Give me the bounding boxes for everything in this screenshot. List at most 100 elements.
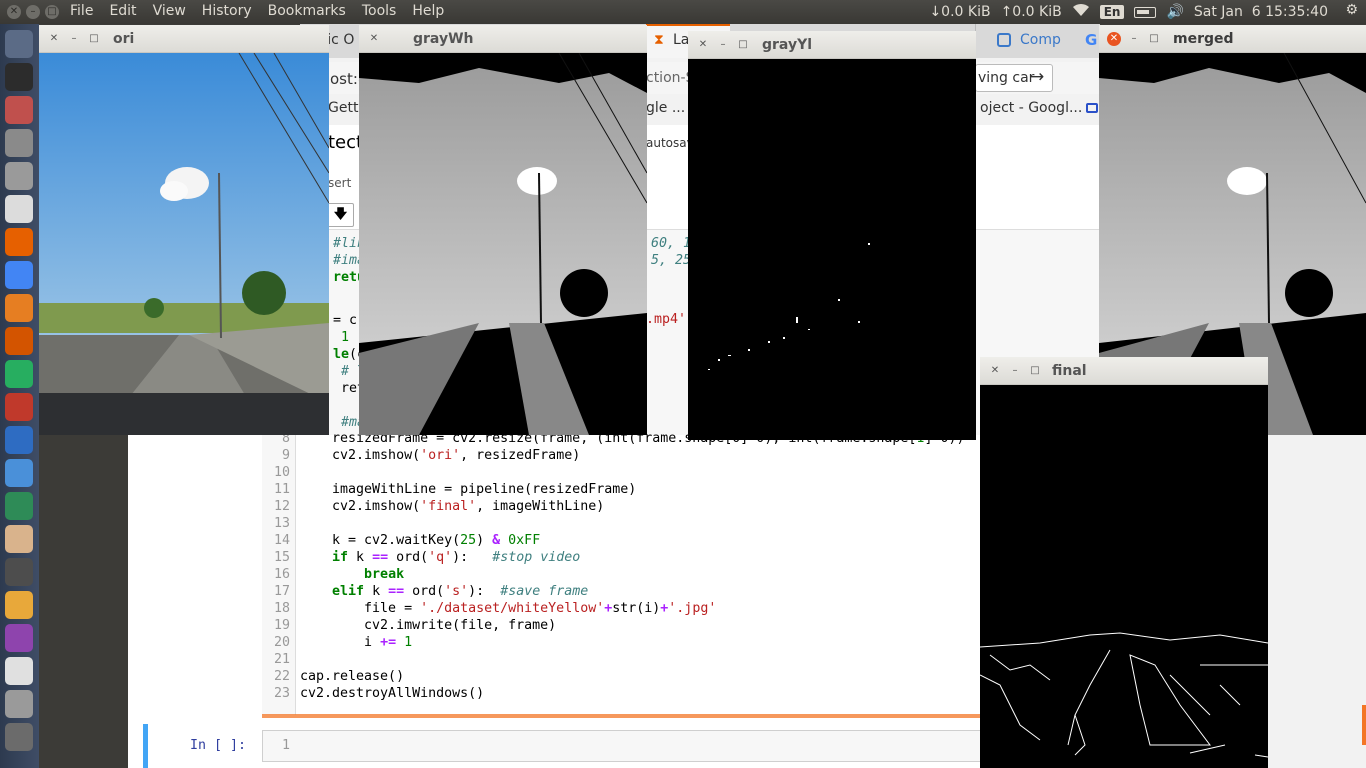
window-title: ori xyxy=(113,31,135,47)
minimize-icon[interactable]: – xyxy=(1008,364,1022,378)
files-icon[interactable] xyxy=(5,96,33,124)
code-line: 17 elif k == ord('s'): #save frame xyxy=(262,584,982,601)
close-icon[interactable]: ✕ xyxy=(367,32,381,46)
volume-icon[interactable]: 🔊 xyxy=(1166,4,1183,20)
bookmark-icon xyxy=(1086,103,1098,113)
keyboard-layout[interactable]: En xyxy=(1099,5,1125,19)
code-line: 13 xyxy=(262,516,982,533)
trash-icon[interactable] xyxy=(5,723,33,751)
cell-input[interactable] xyxy=(262,730,982,762)
r-icon[interactable] xyxy=(5,426,33,454)
download-button[interactable]: 🡇 xyxy=(327,203,354,227)
line-number: 10 xyxy=(273,465,290,480)
camera-icon[interactable] xyxy=(5,558,33,586)
arrow-right-icon[interactable]: → xyxy=(1030,67,1044,87)
drive2-icon[interactable] xyxy=(5,162,33,190)
browser-tab-3[interactable]: Comp xyxy=(1020,32,1061,48)
writer-icon[interactable] xyxy=(5,459,33,487)
window-titlebar[interactable]: ✕ – □ ori xyxy=(39,25,329,53)
code-line: 22 cap.release() xyxy=(262,669,982,686)
gear-icon[interactable]: ⚙ xyxy=(1345,2,1358,18)
maximize-icon[interactable]: □ xyxy=(1147,32,1161,46)
launcher xyxy=(0,24,39,768)
document-icon[interactable] xyxy=(5,525,33,553)
minimize-icon[interactable]: – xyxy=(1127,32,1141,46)
window-final[interactable]: ✕ – □ final xyxy=(980,357,1268,768)
terminal-icon[interactable] xyxy=(5,63,33,91)
code-text: file = './dataset/whiteYellow'+str(i)+'.… xyxy=(300,601,717,616)
app-icon[interactable] xyxy=(5,360,33,388)
code-text: cv2.imshow('final', imageWithLine) xyxy=(300,499,605,514)
battery-icon[interactable] xyxy=(1134,6,1157,18)
window-graywh[interactable]: ✕ grayWh xyxy=(359,25,647,435)
window-titlebar[interactable]: ✕ – □ grayYl xyxy=(688,31,976,59)
minimize-icon[interactable]: – xyxy=(716,38,730,52)
browser-tab-2[interactable]: La xyxy=(673,32,689,48)
line-number: 17 xyxy=(273,584,290,599)
close-icon[interactable]: ✕ xyxy=(696,38,710,52)
notebook-title[interactable]: tect xyxy=(328,132,363,153)
menu-file[interactable]: File xyxy=(70,3,93,19)
drive-icon[interactable] xyxy=(5,129,33,157)
menu-help[interactable]: Help xyxy=(412,3,444,19)
window-title: merged xyxy=(1173,31,1234,47)
close-icon[interactable]: ✕ xyxy=(7,5,21,19)
indicators: ↓0.0 KiB ↑0.0 KiB En 🔊 Sat Jan 6 15:35:4… xyxy=(929,0,1366,24)
close-icon[interactable]: ✕ xyxy=(1107,32,1121,46)
autosave-status: autosav xyxy=(646,136,694,150)
media-icon[interactable] xyxy=(5,624,33,652)
net-up[interactable]: ↑0.0 KiB xyxy=(1001,4,1062,20)
window-title: final xyxy=(1052,363,1087,379)
clock[interactable]: Sat Jan 6 15:35:40 xyxy=(1194,4,1328,20)
close-icon[interactable]: ✕ xyxy=(47,32,61,46)
net-down[interactable]: ↓0.0 KiB xyxy=(929,4,990,20)
menu-bookmarks[interactable]: Bookmarks xyxy=(268,3,346,19)
search-field-text: ving car xyxy=(978,70,1035,86)
menu-view[interactable]: View xyxy=(153,3,186,19)
maximize-icon[interactable]: □ xyxy=(45,5,59,19)
dash-icon[interactable] xyxy=(5,30,33,58)
window-grayyl[interactable]: ✕ – □ grayYl xyxy=(688,31,976,440)
top-panel: ✕ – □ File Edit View History Bookmarks T… xyxy=(0,0,1366,24)
bookmark-1[interactable]: Getti xyxy=(328,100,362,116)
window-titlebar[interactable]: ✕ – □ final xyxy=(980,357,1268,385)
screenshot-icon[interactable] xyxy=(5,591,33,619)
line-number: 12 xyxy=(273,499,290,514)
maximize-icon[interactable]: □ xyxy=(1028,364,1042,378)
line-number: 15 xyxy=(273,550,290,565)
right-panel-edge xyxy=(1268,435,1366,768)
close-icon[interactable]: ✕ xyxy=(988,364,1002,378)
window-ori[interactable]: ✕ – □ ori xyxy=(39,25,329,435)
code-line: 14 k = cv2.waitKey(25) & 0xFF xyxy=(262,533,982,550)
g-app-icon[interactable] xyxy=(5,294,33,322)
minimize-icon[interactable]: – xyxy=(26,5,40,19)
maximize-icon[interactable]: □ xyxy=(87,32,101,46)
bookmark-3[interactable]: oject - Googl... xyxy=(980,100,1082,116)
wifi-icon[interactable] xyxy=(1072,3,1090,21)
menu-insert[interactable]: sert xyxy=(328,176,351,190)
calc-icon[interactable] xyxy=(5,492,33,520)
sync-icon[interactable] xyxy=(5,327,33,355)
chrome-icon[interactable] xyxy=(5,261,33,289)
text-editor-icon[interactable] xyxy=(5,195,33,223)
help-icon[interactable] xyxy=(5,690,33,718)
window-titlebar[interactable]: ✕ – □ merged xyxy=(1099,25,1366,53)
menu-edit[interactable]: Edit xyxy=(109,3,136,19)
line-number: 16 xyxy=(273,567,290,582)
settings-icon[interactable] xyxy=(5,393,33,421)
firefox-icon[interactable] xyxy=(5,228,33,256)
minimize-icon[interactable]: – xyxy=(67,32,81,46)
cell-focus-border xyxy=(262,714,982,718)
tex-icon[interactable] xyxy=(5,657,33,685)
menu-history[interactable]: History xyxy=(202,3,252,19)
line-number: 19 xyxy=(273,618,290,633)
image-graywh xyxy=(359,52,647,435)
code-line: 9 cv2.imshow('ori', resizedFrame) xyxy=(262,448,982,465)
bookmark-2[interactable]: gle ... xyxy=(646,100,685,116)
line-number: 23 xyxy=(273,686,290,701)
code-line: 21 xyxy=(262,652,982,669)
menu-tools[interactable]: Tools xyxy=(362,3,397,19)
maximize-icon[interactable]: □ xyxy=(736,38,750,52)
window-titlebar[interactable]: ✕ grayWh xyxy=(359,25,647,53)
image-grayyl xyxy=(688,59,976,440)
